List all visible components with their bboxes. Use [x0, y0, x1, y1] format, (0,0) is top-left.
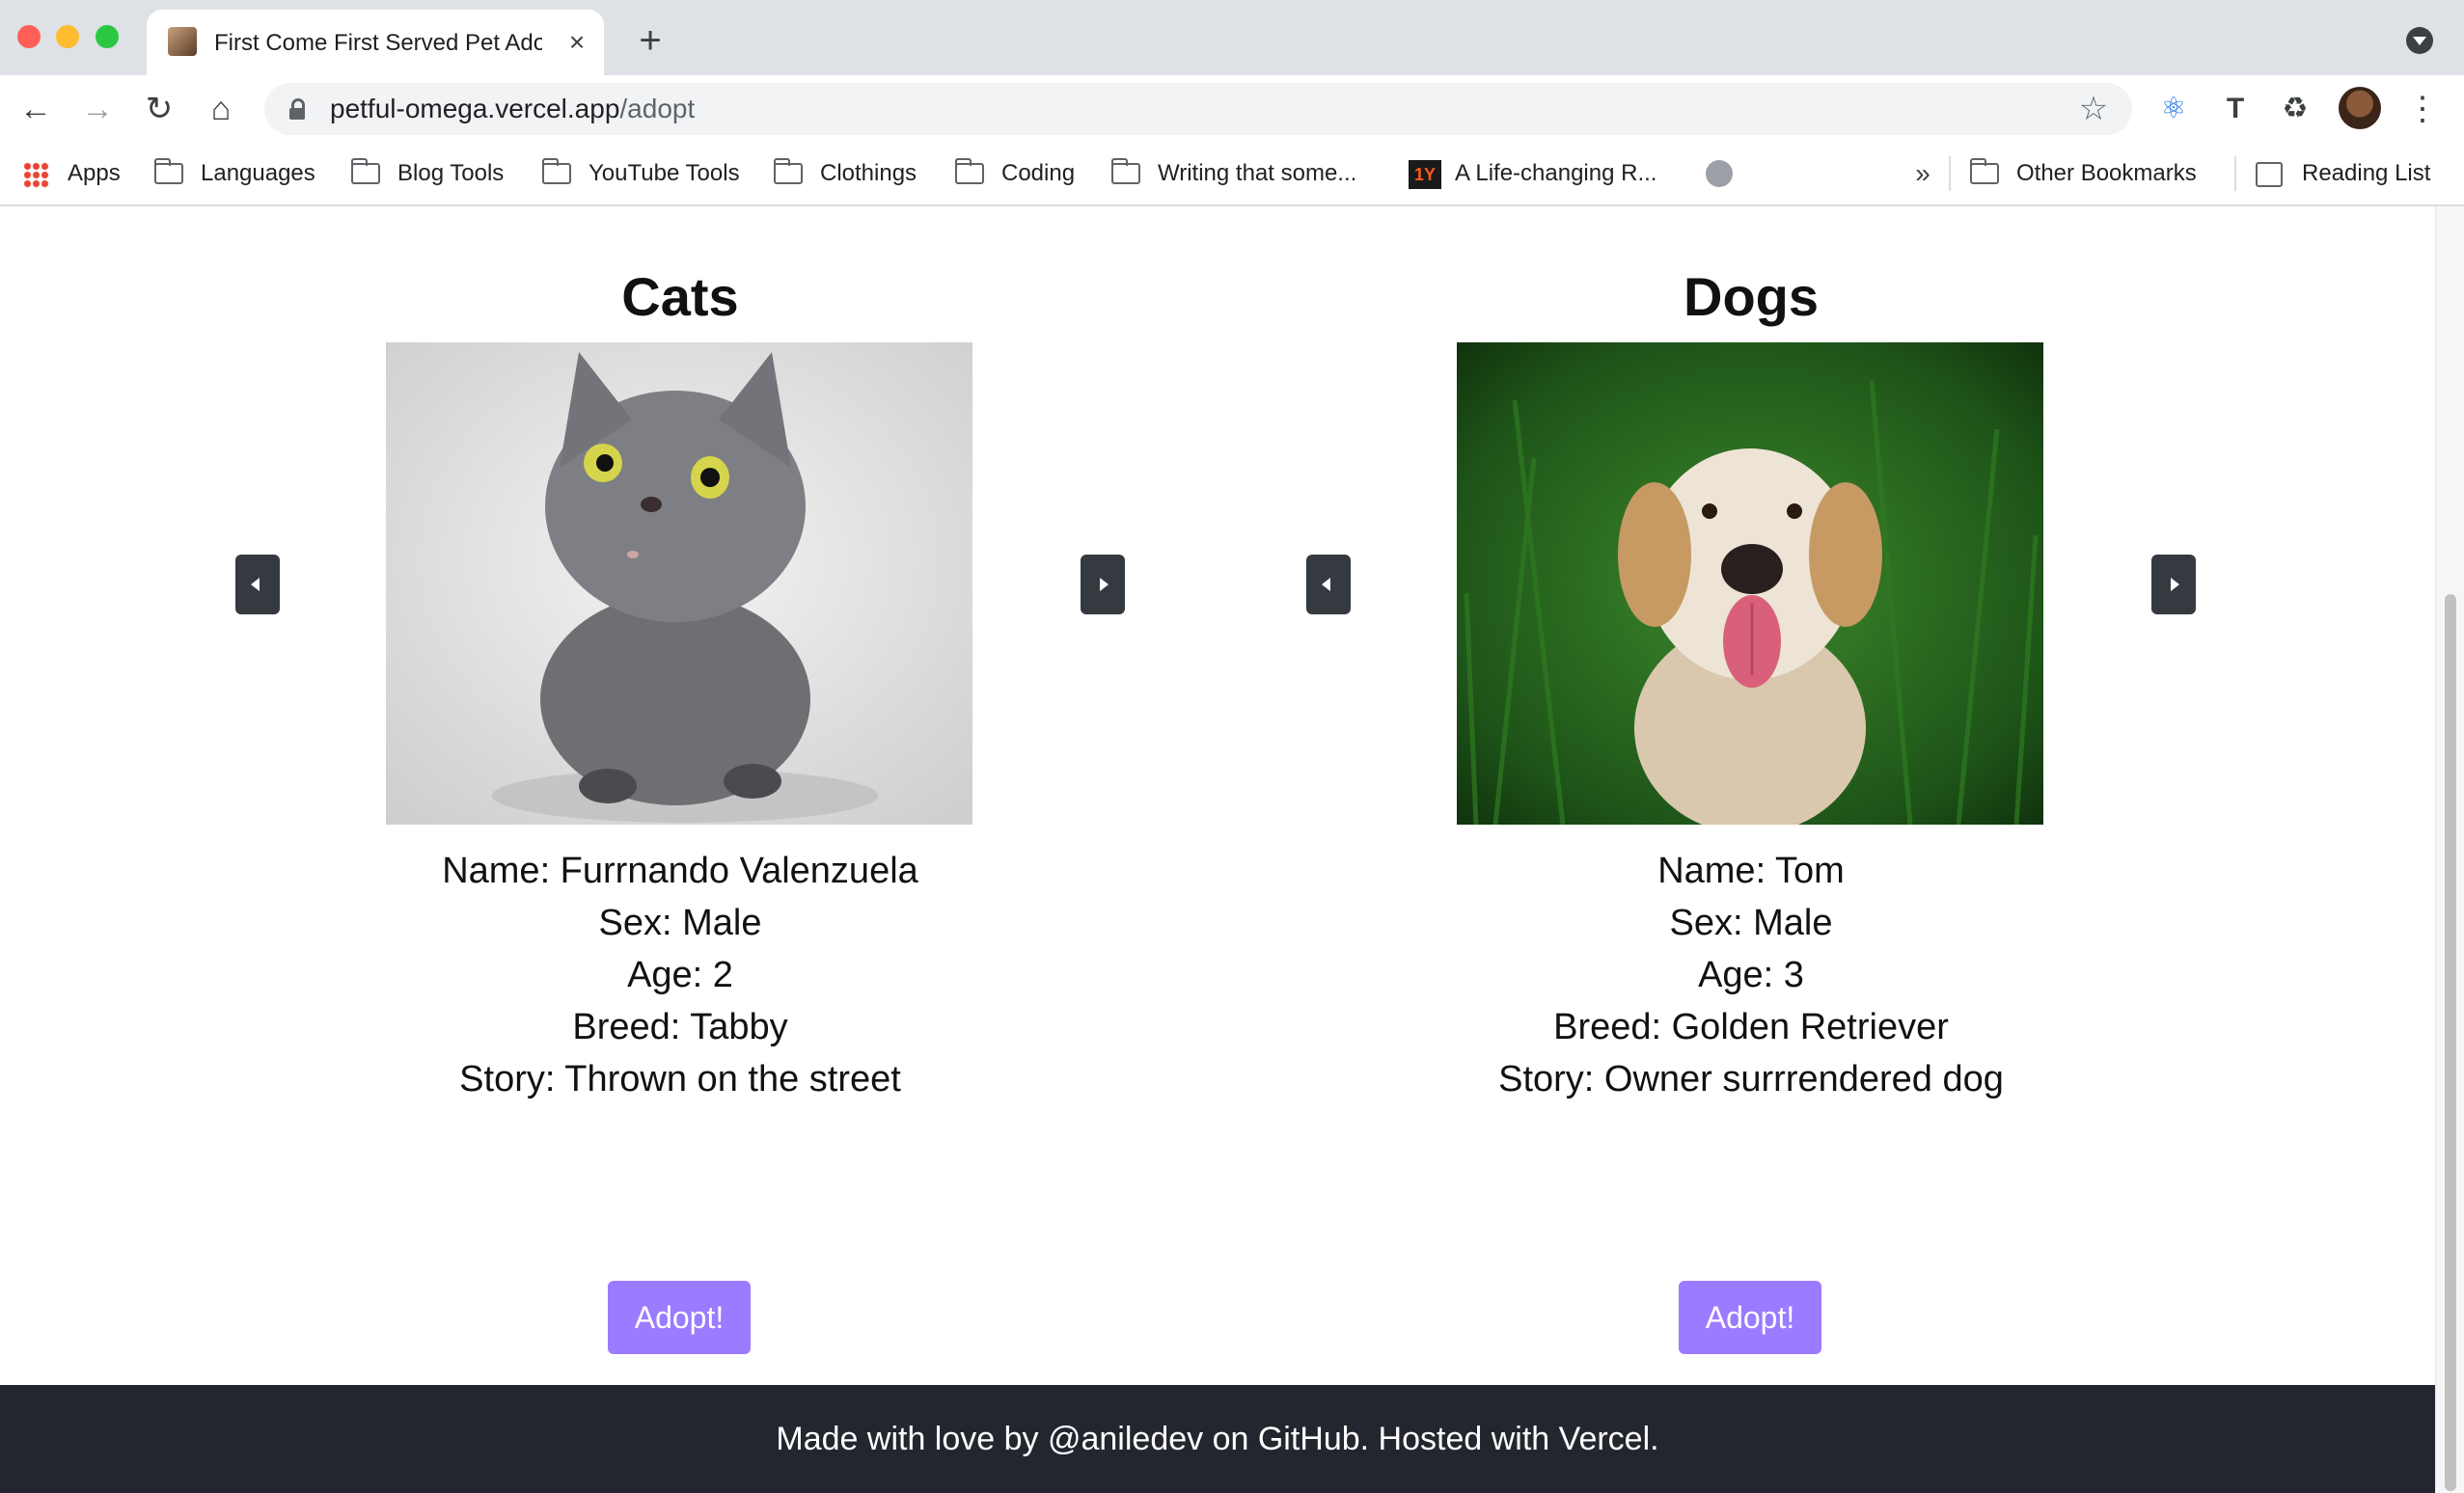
tab-close-icon[interactable]: ×: [560, 25, 594, 60]
bookmark-blog-tools[interactable]: Blog Tools: [397, 156, 504, 191]
browser-menu-icon[interactable]: ⋮: [2406, 89, 2439, 129]
bookmark-languages[interactable]: Languages: [201, 156, 315, 191]
oney-favicon-icon: 1Y: [1409, 160, 1441, 189]
window-close-icon[interactable]: [17, 25, 41, 48]
url-text: petful-omega.vercel.app/adopt: [330, 93, 695, 125]
dog-breed: Breed: Golden Retriever: [1553, 1007, 1949, 1047]
adopt-cat-button[interactable]: Adopt!: [608, 1281, 751, 1354]
react-devtools-icon[interactable]: ⚛: [2153, 89, 2194, 129]
bookmark-writing[interactable]: Writing that some...: [1158, 156, 1356, 191]
cat-story: Story: Thrown on the street: [459, 1059, 901, 1099]
more-bookmarks-chevron-icon[interactable]: »: [1908, 156, 1937, 191]
bookmark-clothings[interactable]: Clothings: [820, 156, 917, 191]
bookmark-other-bookmarks[interactable]: Other Bookmarks: [2016, 156, 2197, 191]
dog-story: Story: Owner surrrendered dog: [1498, 1059, 2004, 1099]
address-bar[interactable]: petful-omega.vercel.app/adopt ☆: [264, 83, 2132, 135]
cat-age: Age: 2: [627, 955, 733, 995]
tab-favicon-icon: [168, 27, 197, 56]
cats-prev-button[interactable]: [235, 555, 280, 614]
lock-icon[interactable]: [289, 98, 305, 120]
folder-icon: [351, 158, 380, 184]
back-arrow-icon[interactable]: ←: [14, 87, 58, 131]
footer-credit: Made with love by @aniledev on GitHub. H…: [776, 1421, 1659, 1457]
page-scrollbar[interactable]: [2435, 206, 2464, 1493]
dogs-section: Dogs Name: Tom Sex: Male Age: 3 Breed: G…: [1216, 206, 2286, 1385]
bookmark-youtube-tools[interactable]: YouTube Tools: [589, 156, 740, 191]
cat-illustration: [386, 342, 972, 825]
adopt-dog-button[interactable]: Adopt!: [1679, 1281, 1821, 1354]
adopt-page: Cats Name: Furrnando Valenzuela Sex: Mal…: [0, 206, 2435, 1385]
browser-tab[interactable]: First Come First Served Pet Adoption ×: [147, 10, 604, 75]
tab-search-icon[interactable]: [2406, 27, 2433, 54]
bookmark-reading-list[interactable]: Reading List: [2302, 156, 2430, 191]
globe-icon[interactable]: [1706, 160, 1733, 187]
cat-photo: [386, 342, 972, 825]
bookmark-apps[interactable]: Apps: [68, 156, 121, 191]
cat-breed: Breed: Tabby: [572, 1007, 788, 1047]
cat-name: Name: Furrnando Valenzuela: [442, 851, 918, 891]
folder-icon: [774, 158, 803, 184]
reload-icon[interactable]: ↻: [137, 87, 181, 131]
profile-avatar[interactable]: [2339, 87, 2381, 129]
cats-heading: Cats: [621, 266, 739, 327]
dog-illustration: [1457, 342, 2043, 825]
bookmark-divider: [1949, 156, 1951, 191]
folder-icon: [955, 158, 984, 184]
cats-next-button[interactable]: [1081, 555, 1125, 614]
folder-icon: [154, 158, 183, 184]
url-path: /adopt: [619, 94, 696, 123]
dog-photo: [1457, 342, 2043, 825]
typography-extension-icon[interactable]: T: [2215, 89, 2256, 129]
dog-name: Name: Tom: [1657, 851, 1845, 891]
scrollbar-thumb[interactable]: [2445, 594, 2456, 1491]
bookmark-divider: [2234, 156, 2236, 191]
cat-sex: Sex: Male: [598, 903, 762, 943]
url-host: petful-omega.vercel.app: [330, 94, 620, 123]
tab-title: First Come First Served Pet Adoption: [214, 30, 542, 56]
reading-list-icon: [2256, 162, 2283, 187]
bookmark-star-icon[interactable]: ☆: [2074, 90, 2113, 128]
cats-section: Cats Name: Furrnando Valenzuela Sex: Mal…: [145, 206, 1216, 1385]
dogs-heading: Dogs: [1684, 266, 1819, 327]
folder-icon: [542, 158, 571, 184]
folder-icon: [1970, 158, 1999, 184]
browser-tab-bar: First Come First Served Pet Adoption × +: [0, 0, 2464, 75]
bookmark-coding[interactable]: Coding: [1001, 156, 1075, 191]
browser-toolbar: ← → ↻ ⌂ petful-omega.vercel.app/adopt ☆ …: [0, 75, 2464, 143]
dogs-prev-button[interactable]: [1306, 555, 1351, 614]
home-icon[interactable]: ⌂: [199, 87, 243, 131]
apps-grid-icon: [23, 162, 50, 189]
extensions-puzzle-icon[interactable]: ♻: [2275, 89, 2315, 129]
folder-icon: [1111, 158, 1140, 184]
bookmark-life-changing[interactable]: A Life-changing R...: [1455, 156, 1656, 191]
new-tab-button[interactable]: +: [629, 19, 671, 62]
window-maximize-icon[interactable]: [96, 25, 119, 48]
dog-age: Age: 3: [1698, 955, 1804, 995]
window-minimize-icon[interactable]: [56, 25, 79, 48]
bookmarks-bar: Apps Languages Blog Tools YouTube Tools …: [0, 143, 2464, 206]
forward-arrow-icon[interactable]: →: [75, 87, 120, 131]
dogs-next-button[interactable]: [2151, 555, 2196, 614]
dog-sex: Sex: Male: [1669, 903, 1833, 943]
site-footer: Made with love by @aniledev on GitHub. H…: [0, 1385, 2435, 1493]
